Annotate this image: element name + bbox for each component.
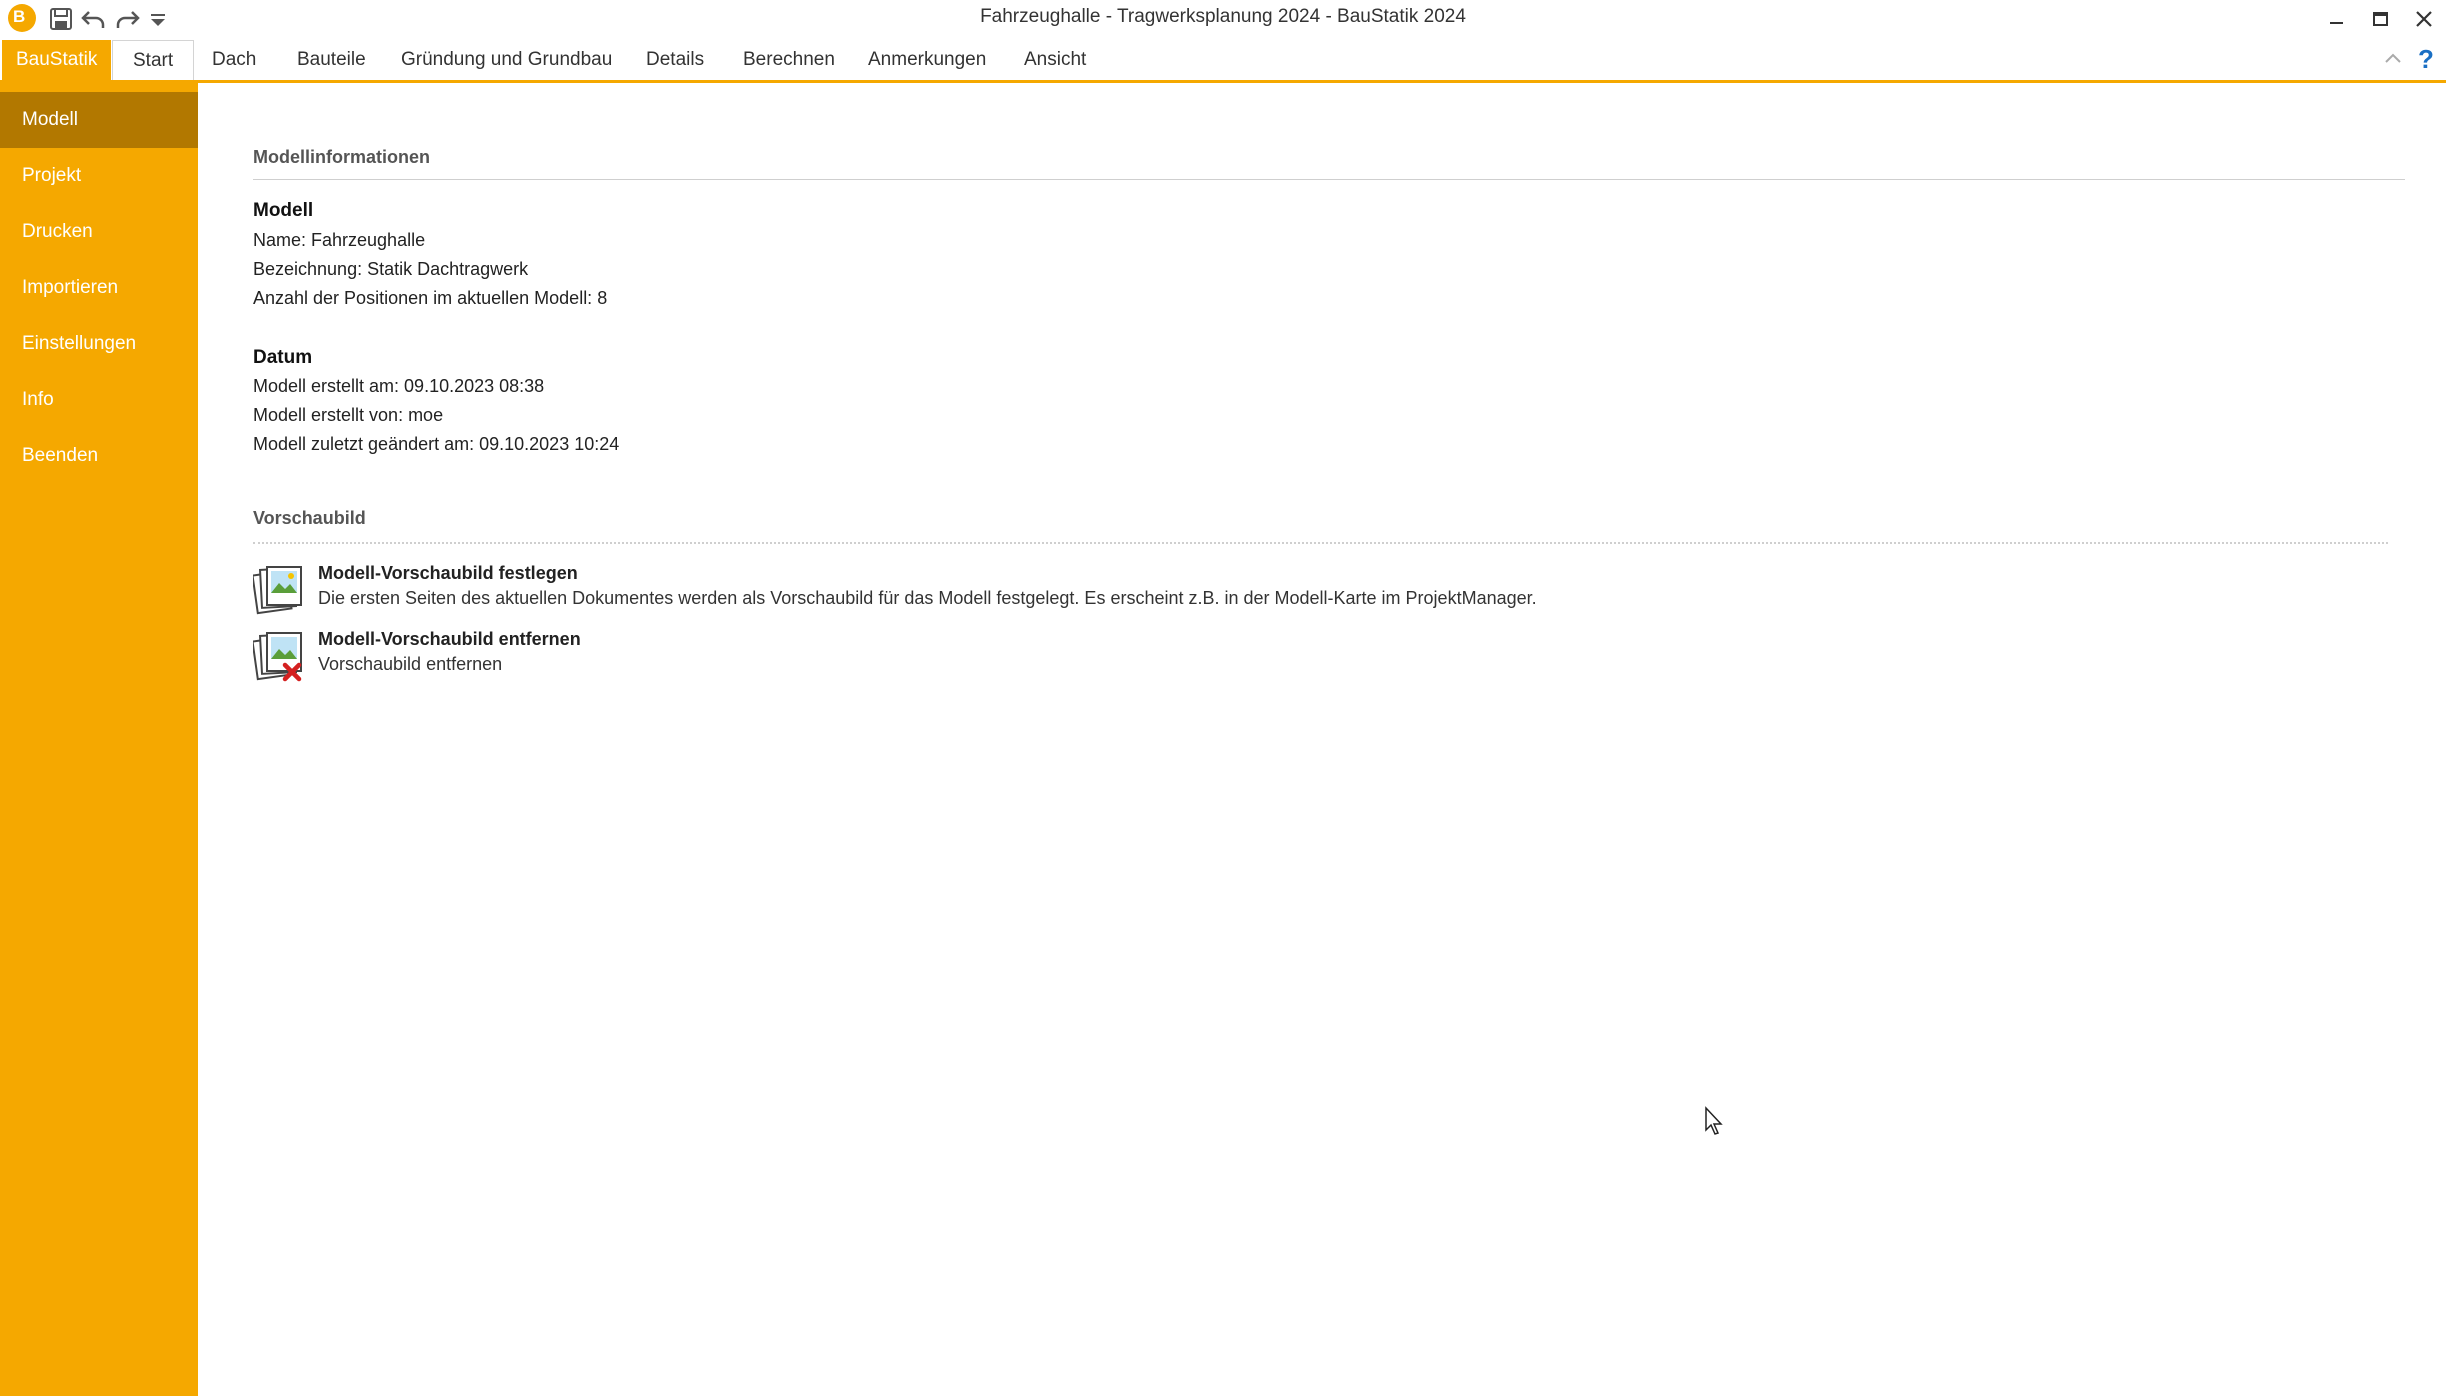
remove-preview-image-action[interactable]: Modell-Vorschaubild entfernen Vorschaubi…: [253, 629, 753, 691]
undo-icon[interactable]: [80, 6, 106, 32]
app-logo-icon[interactable]: B: [8, 4, 36, 32]
tab-anmerkungen[interactable]: Anmerkungen: [868, 40, 986, 80]
backstage-sidebar: Modell Projekt Drucken Importieren Einst…: [0, 83, 198, 1396]
maximize-icon[interactable]: [2360, 2, 2400, 36]
close-icon[interactable]: [2404, 2, 2444, 36]
redo-icon[interactable]: [115, 6, 141, 32]
set-preview-image-description: Die ersten Seiten des aktuellen Dokument…: [318, 588, 1537, 608]
modell-zuletzt-geaendert: Modell zuletzt geändert am: 09.10.2023 1…: [253, 434, 620, 454]
tab-start[interactable]: Start: [112, 40, 195, 83]
title-bar: B Fahrzeughalle - Tragwerksplanung 2024 …: [0, 0, 2446, 38]
divider: [253, 179, 2405, 180]
tab-ansicht[interactable]: Ansicht: [1024, 40, 1086, 80]
modellinformationen-heading: Modellinformationen: [253, 147, 430, 167]
tab-berechnen[interactable]: Berechnen: [743, 40, 835, 80]
sidebar-item-beenden[interactable]: Beenden: [0, 428, 198, 484]
modell-positionen: Anzahl der Positionen im aktuellen Model…: [253, 288, 608, 308]
sidebar-item-importieren[interactable]: Importieren: [0, 260, 198, 316]
tab-details[interactable]: Details: [646, 40, 704, 80]
help-icon[interactable]: ?: [2414, 44, 2438, 74]
tab-dach[interactable]: Dach: [212, 40, 256, 80]
sidebar-item-projekt[interactable]: Projekt: [0, 148, 198, 204]
sidebar-item-drucken[interactable]: Drucken: [0, 204, 198, 260]
collapse-ribbon-icon[interactable]: [2382, 48, 2404, 70]
tab-bauteile[interactable]: Bauteile: [297, 40, 366, 80]
tab-baustatik[interactable]: BauStatik: [2, 40, 112, 80]
dotted-divider: [253, 542, 2388, 544]
tab-gruendung-und-grundbau[interactable]: Gründung und Grundbau: [401, 40, 612, 80]
remove-preview-image-icon: [253, 632, 302, 682]
minimize-icon[interactable]: [2316, 2, 2356, 36]
modell-bezeichnung: Bezeichnung: Statik Dachtragwerk: [253, 259, 529, 279]
sidebar-item-info[interactable]: Info: [0, 372, 198, 428]
remove-preview-image-description: Vorschaubild entfernen: [318, 654, 503, 674]
sidebar-item-modell[interactable]: Modell: [0, 92, 198, 148]
set-preview-image-icon: [253, 566, 302, 615]
customize-icon[interactable]: [148, 6, 168, 32]
main-content: Modellinformationen Modell Name: Fahrzeu…: [198, 83, 2446, 1396]
mouse-cursor-icon: [1705, 1106, 1723, 1135]
modell-erstellt-am: Modell erstellt am: 09.10.2023 08:38: [253, 376, 545, 396]
modell-label: Modell: [253, 200, 314, 221]
ribbon: BauStatik Start Dach Bauteile Gründung u…: [0, 38, 2446, 83]
datum-label: Datum: [253, 347, 313, 368]
vorschaubild-heading: Vorschaubild: [253, 508, 366, 528]
modell-erstellt-von: Modell erstellt von: moe: [253, 405, 444, 425]
modell-name: Name: Fahrzeughalle: [253, 230, 426, 250]
save-icon[interactable]: [48, 6, 74, 32]
remove-preview-image-title: Modell-Vorschaubild entfernen: [318, 629, 581, 649]
set-preview-image-action[interactable]: Modell-Vorschaubild festlegen Die ersten…: [253, 563, 1753, 625]
sidebar-item-einstellungen[interactable]: Einstellungen: [0, 316, 198, 372]
window-title: Fahrzeughalle - Tragwerksplanung 2024 - …: [980, 6, 1466, 27]
set-preview-image-title: Modell-Vorschaubild festlegen: [318, 563, 578, 583]
svg-text:?: ?: [2418, 44, 2434, 74]
